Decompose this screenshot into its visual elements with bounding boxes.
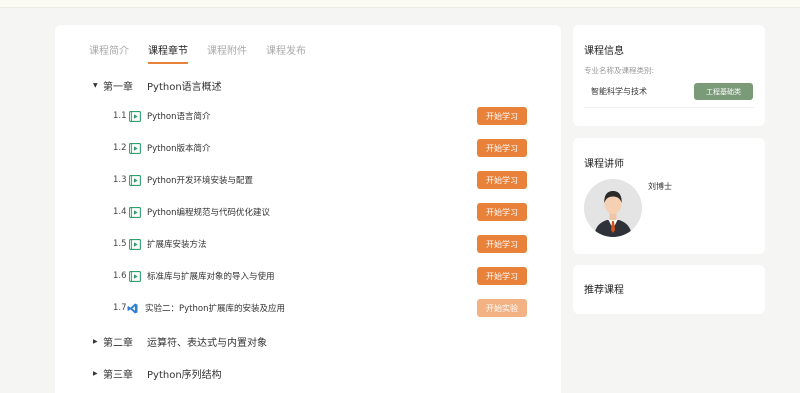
- lesson-number: 1.2: [113, 143, 127, 153]
- teacher-name[interactable]: 刘博士: [648, 181, 672, 192]
- lesson-row: 1.5 扩展库安装方法 开始学习: [113, 235, 527, 253]
- start-learning-button[interactable]: 开始学习: [477, 235, 527, 253]
- start-learning-button[interactable]: 开始学习: [477, 171, 527, 189]
- course-info-card: 课程信息 专业名称及课程类别: 智能科学与技术 工程基础类: [573, 25, 765, 126]
- lesson-title: Python版本简介: [147, 144, 211, 154]
- major-name: 智能科学与技术: [591, 87, 647, 96]
- lesson-number: 1.6: [113, 271, 127, 281]
- start-learning-button[interactable]: 开始学习: [477, 203, 527, 221]
- lesson-row: 1.1 Python语言简介 开始学习: [113, 107, 527, 125]
- caret-right-icon: ▶: [93, 338, 98, 345]
- tab-course-intro[interactable]: 课程简介: [89, 42, 129, 64]
- chapter-title: Python序列结构: [147, 370, 222, 381]
- video-icon: [129, 142, 141, 154]
- course-chapters-panel: 课程简介 课程章节 课程附件 课程发布 ▼ 第一章 Python语言概述 1.1…: [55, 25, 561, 393]
- video-icon: [129, 174, 141, 186]
- top-banner-strip: [0, 0, 800, 8]
- chapter-title: 运算符、表达式与内置对象: [147, 338, 267, 349]
- category-badge: 工程基础类: [694, 83, 753, 100]
- lesson-title: 实验二：Python扩展库的安装及应用: [145, 304, 285, 314]
- chapter-3-row[interactable]: ▶ 第三章 Python序列结构: [93, 366, 222, 381]
- lesson-row: 1.2 Python版本简介 开始学习: [113, 139, 527, 157]
- video-icon: [129, 270, 141, 282]
- lesson-title: 扩展库安装方法: [147, 240, 207, 250]
- caret-right-icon: ▶: [93, 370, 98, 377]
- course-teacher-card: 课程讲师 刘博士: [573, 138, 765, 254]
- teacher-avatar[interactable]: [584, 179, 642, 237]
- lesson-title: Python开发环境安装与配置: [147, 176, 253, 186]
- vscode-icon: [127, 303, 139, 314]
- lesson-row: 1.6 标准库与扩展库对象的导入与使用 开始学习: [113, 267, 527, 285]
- chapter-number: 第一章: [103, 82, 133, 93]
- chapter-number: 第三章: [103, 370, 133, 381]
- tab-course-chapters[interactable]: 课程章节: [148, 42, 188, 64]
- tab-course-publish[interactable]: 课程发布: [266, 42, 306, 64]
- recommended-courses-card: 推荐课程: [573, 265, 765, 314]
- chapter-2-row[interactable]: ▶ 第二章 运算符、表达式与内置对象: [93, 334, 267, 349]
- start-learning-button[interactable]: 开始学习: [477, 107, 527, 125]
- start-experiment-button[interactable]: 开始实验: [477, 299, 527, 317]
- video-icon: [129, 238, 141, 250]
- video-icon: [129, 206, 141, 218]
- major-category-label: 专业名称及课程类别:: [584, 66, 655, 75]
- course-tabs: 课程简介 课程章节 课程附件 课程发布: [89, 42, 325, 64]
- lesson-number: 1.3: [113, 175, 127, 185]
- lesson-title: 标准库与扩展库对象的导入与使用: [147, 272, 275, 282]
- lesson-number: 1.4: [113, 207, 127, 217]
- lesson-row: 1.3 Python开发环境安装与配置 开始学习: [113, 171, 527, 189]
- teacher-section-title: 课程讲师: [584, 159, 624, 170]
- lesson-number: 1.5: [113, 239, 127, 249]
- course-info-title: 课程信息: [584, 46, 624, 57]
- chapter-number: 第二章: [103, 338, 133, 349]
- lesson-title: Python编程规范与代码优化建议: [147, 208, 270, 218]
- chapter-title: Python语言概述: [147, 82, 222, 93]
- caret-down-icon: ▼: [93, 82, 98, 89]
- start-learning-button[interactable]: 开始学习: [477, 267, 527, 285]
- divider: [584, 107, 754, 108]
- lesson-row: 1.4 Python编程规范与代码优化建议 开始学习: [113, 203, 527, 221]
- start-learning-button[interactable]: 开始学习: [477, 139, 527, 157]
- tab-course-attachments[interactable]: 课程附件: [207, 42, 247, 64]
- lesson-row: 1.7 实验二：Python扩展库的安装及应用 开始实验: [113, 299, 527, 317]
- lesson-number: 1.1: [113, 111, 127, 121]
- video-icon: [129, 110, 141, 122]
- recommended-courses-title: 推荐课程: [584, 285, 624, 296]
- lesson-title: Python语言简介: [147, 112, 211, 122]
- chapter-1-row[interactable]: ▼ 第一章 Python语言概述: [93, 78, 222, 93]
